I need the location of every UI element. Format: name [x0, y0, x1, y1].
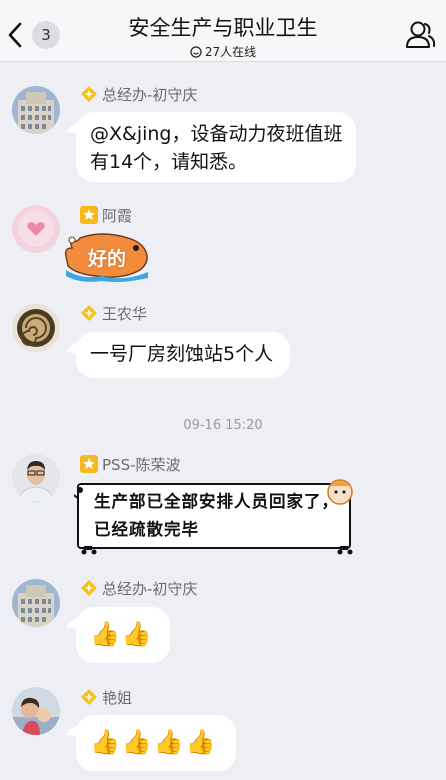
title-area: 安全生产与职业卫生 27人在线	[80, 14, 366, 60]
coffee-avatar-icon	[12, 304, 60, 352]
building-photo-icon	[12, 579, 60, 627]
time-separator: 09-16 15:20	[183, 418, 263, 433]
chevron-left-icon	[8, 22, 22, 48]
avatar[interactable]	[12, 687, 60, 735]
sender-label: 艳姐	[102, 688, 133, 707]
message-bubble[interactable]: @X&jing，设备动力夜班值班 有14个，请知悉。	[76, 112, 356, 182]
star-badge-icon	[80, 455, 98, 473]
group-members-icon[interactable]	[404, 20, 436, 50]
sender-name: 总经办-初守庆	[80, 83, 197, 105]
sender-name: 阿霞	[80, 204, 132, 226]
message-bubble[interactable]: 👍👍👍👍	[76, 715, 236, 771]
diamond-badge-icon	[81, 580, 97, 596]
star-badge-icon	[80, 206, 98, 224]
diamond-badge-icon	[81, 305, 97, 321]
avatar[interactable]	[12, 205, 60, 253]
sender-name: PSS-陈荣波	[80, 453, 181, 475]
diamond-badge-icon	[81, 689, 97, 705]
sticker-text: 好的	[88, 248, 127, 270]
back-button[interactable]: 3	[6, 18, 62, 52]
message-text: 一号厂房刻蚀站5个人	[90, 343, 274, 365]
page-title: 安全生产与职业卫生	[128, 16, 318, 40]
clock-icon	[190, 45, 202, 58]
thumbs-up-emoji: 👍👍👍👍	[90, 728, 218, 756]
message-bubble[interactable]: 👍👍	[76, 607, 170, 663]
decorated-message-text: 生产部已全部安排人员回家了， 已经疏散完毕	[94, 488, 362, 544]
avatar[interactable]	[12, 454, 60, 502]
online-status: 27人在线	[80, 43, 366, 60]
message-text-line: 已经疏散完毕	[94, 520, 199, 539]
sender-label: PSS-陈荣波	[102, 455, 181, 474]
sender-label: 阿霞	[102, 206, 133, 225]
sender-name: 王农华	[80, 302, 147, 324]
family-photo-icon	[12, 687, 60, 735]
sender-label: 总经办-初守庆	[102, 579, 198, 598]
sender-label: 王农华	[102, 304, 148, 323]
message-text-line: 有14个，请知悉。	[90, 151, 248, 173]
sender-name: 总经办-初守庆	[80, 577, 197, 599]
message-text-line: @X&jing，设备动力夜班值班	[90, 123, 343, 145]
sender-label: 总经办-初守庆	[102, 85, 198, 104]
unread-count-badge: 3	[32, 21, 60, 49]
avatar[interactable]	[12, 86, 60, 134]
thumbs-up-emoji: 👍👍	[90, 620, 154, 648]
message-bubble[interactable]: 一号厂房刻蚀站5个人	[76, 332, 290, 378]
building-photo-icon	[12, 86, 60, 134]
online-count: 27人在线	[204, 45, 257, 59]
person-photo-icon	[12, 454, 60, 502]
chat-header: 3 安全生产与职业卫生 27人在线	[0, 0, 446, 62]
diamond-badge-icon	[81, 86, 97, 102]
avatar[interactable]	[12, 579, 60, 627]
sender-name: 艳姐	[80, 686, 132, 708]
message-text-line: 生产部已全部安排人员回家了，	[94, 492, 339, 511]
avatar[interactable]	[12, 304, 60, 352]
heart-avatar-icon	[12, 205, 60, 253]
